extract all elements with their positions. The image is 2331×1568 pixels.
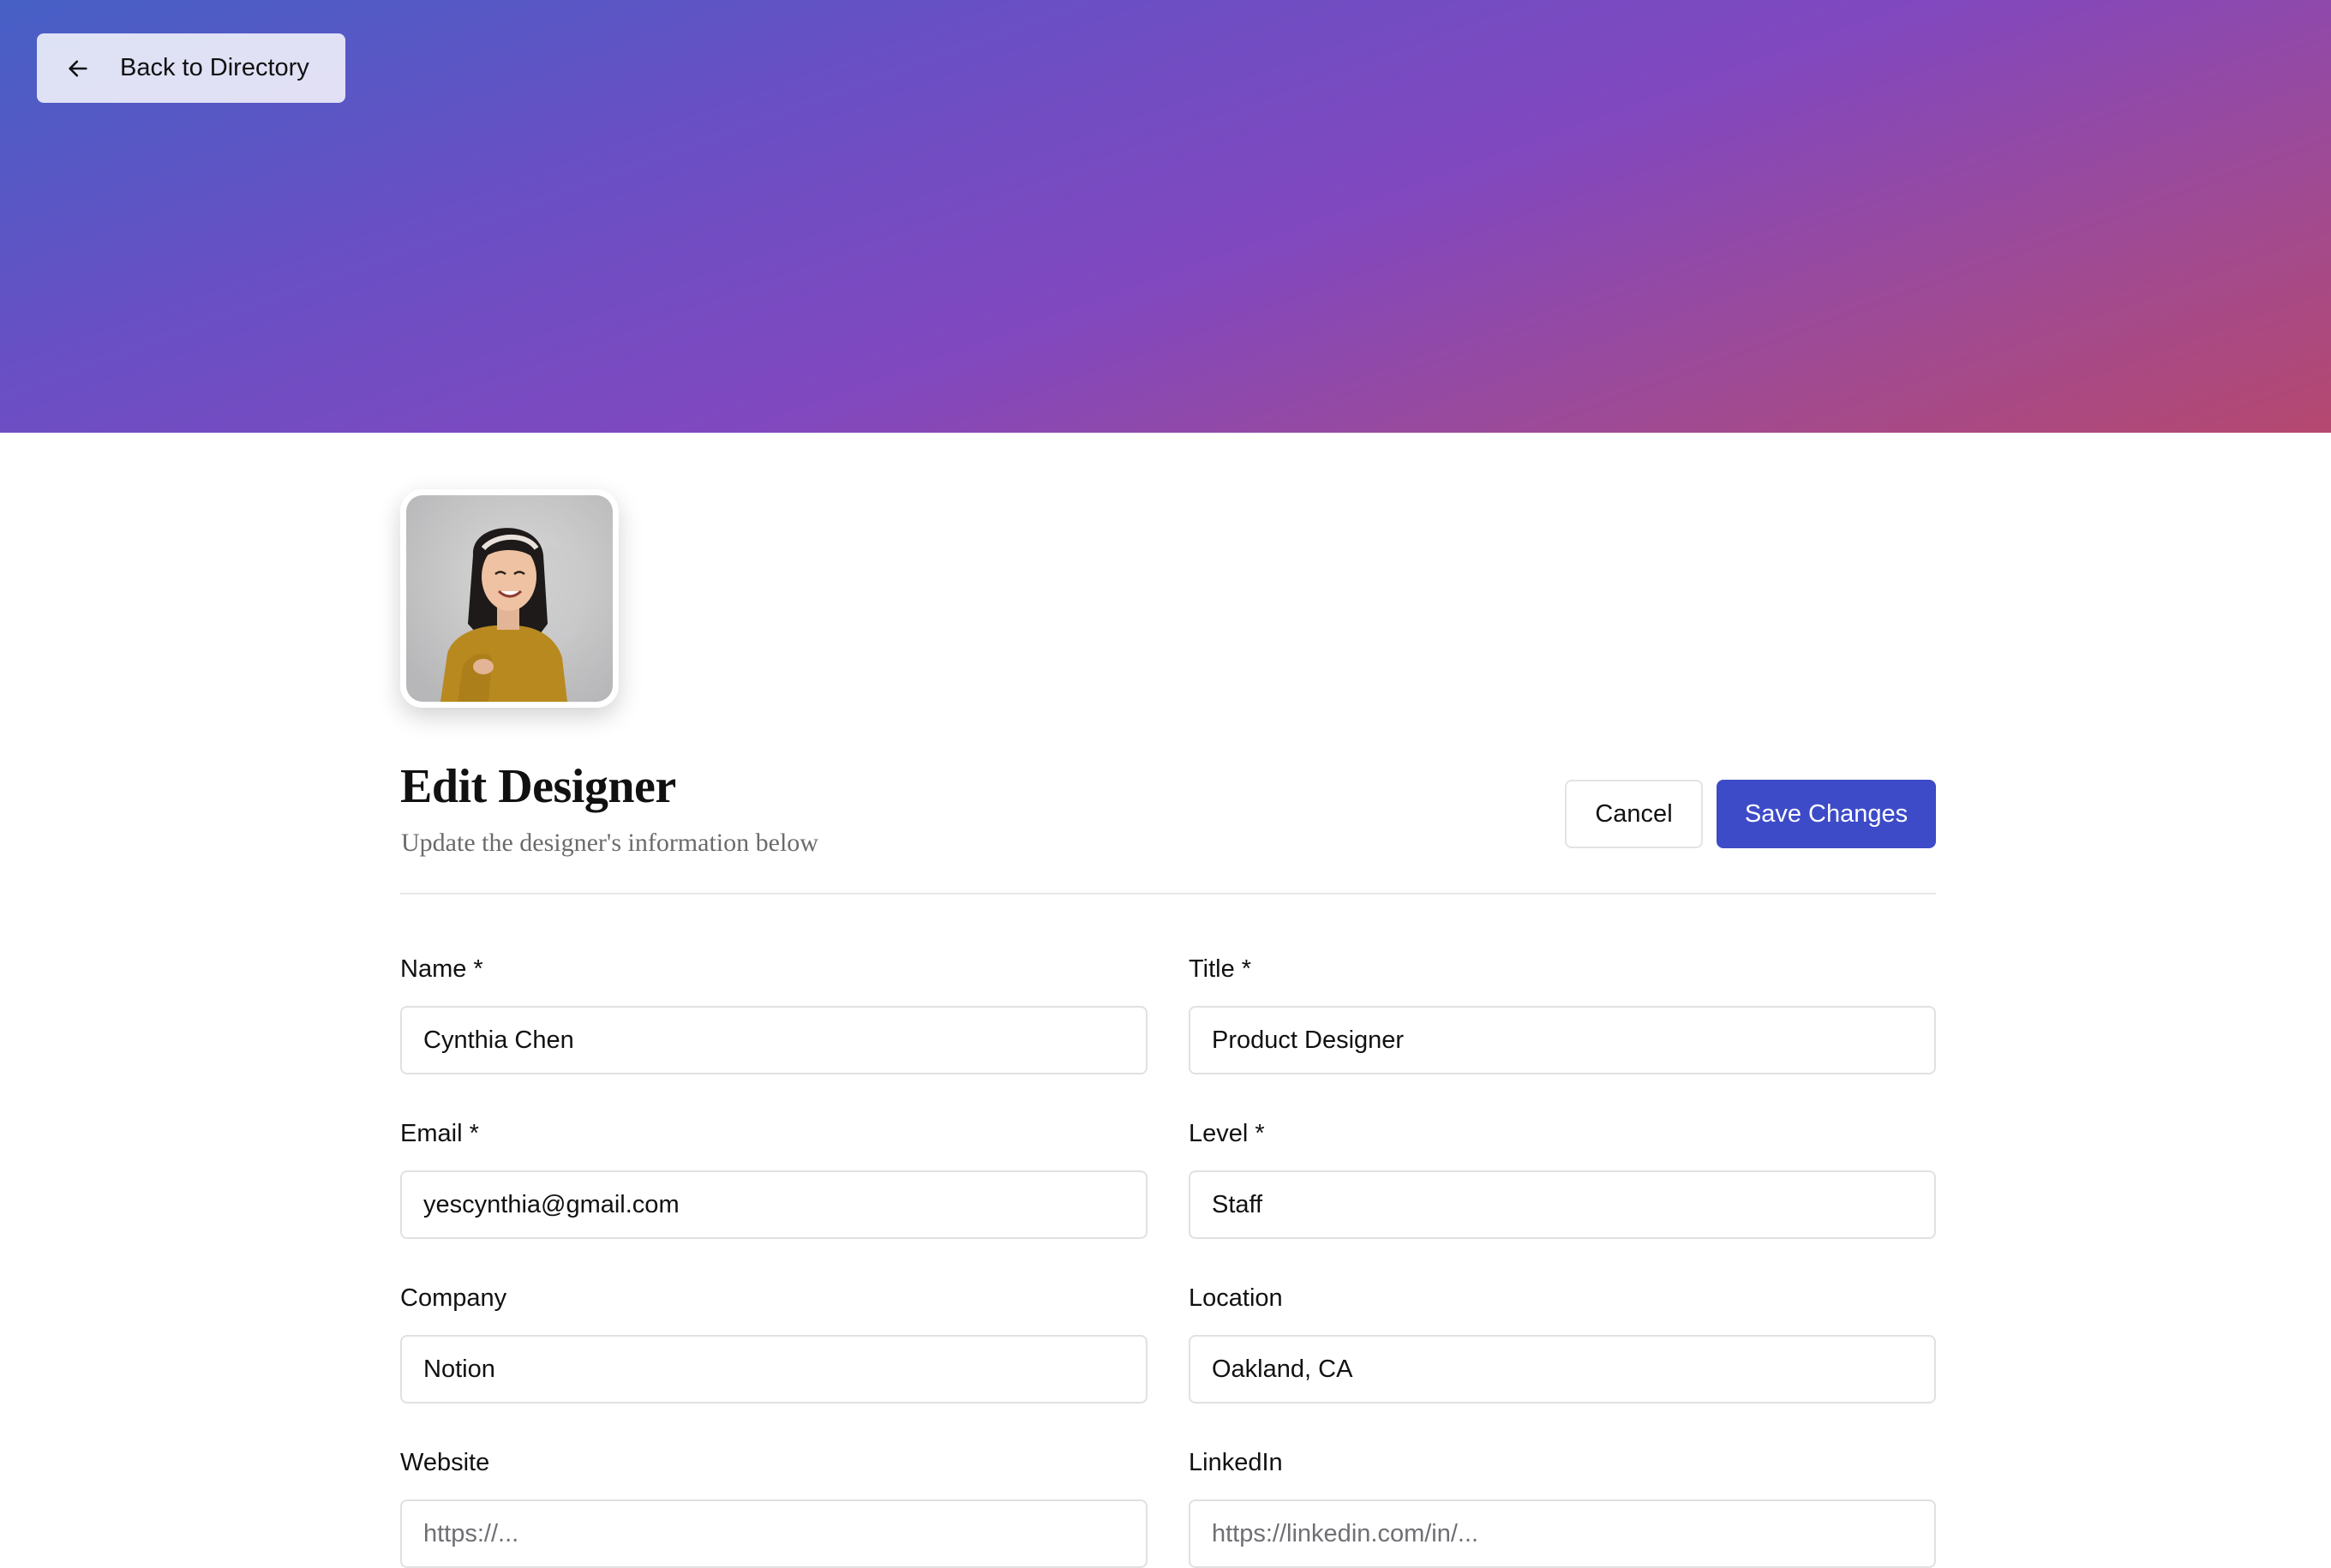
back-to-directory-button[interactable]: Back to Directory	[37, 33, 345, 103]
email-label: Email *	[400, 1120, 479, 1147]
back-button-label: Back to Directory	[120, 54, 309, 81]
name-label: Name *	[400, 955, 483, 983]
company-label: Company	[400, 1284, 507, 1312]
linkedin-label: LinkedIn	[1189, 1449, 1283, 1476]
divider	[400, 893, 1936, 895]
level-label: Level *	[1189, 1120, 1265, 1147]
header-banner	[0, 0, 2331, 433]
company-field[interactable]	[400, 1335, 1148, 1403]
arrow-left-icon	[65, 56, 91, 81]
email-field[interactable]	[400, 1170, 1148, 1239]
save-changes-button[interactable]: Save Changes	[1717, 780, 1936, 848]
page-subtitle: Update the designer's information below	[401, 829, 818, 857]
cancel-button[interactable]: Cancel	[1565, 780, 1703, 848]
level-field[interactable]	[1189, 1170, 1936, 1239]
page-title: Edit Designer	[400, 760, 676, 813]
name-field[interactable]	[400, 1006, 1148, 1074]
title-field[interactable]	[1189, 1006, 1936, 1074]
website-label: Website	[400, 1449, 490, 1476]
profile-photo-icon	[406, 495, 613, 702]
website-field[interactable]	[400, 1499, 1148, 1568]
avatar[interactable]	[400, 489, 619, 708]
linkedin-field[interactable]	[1189, 1499, 1936, 1568]
title-label: Title *	[1189, 955, 1252, 983]
location-label: Location	[1189, 1284, 1283, 1312]
location-field[interactable]	[1189, 1335, 1936, 1403]
